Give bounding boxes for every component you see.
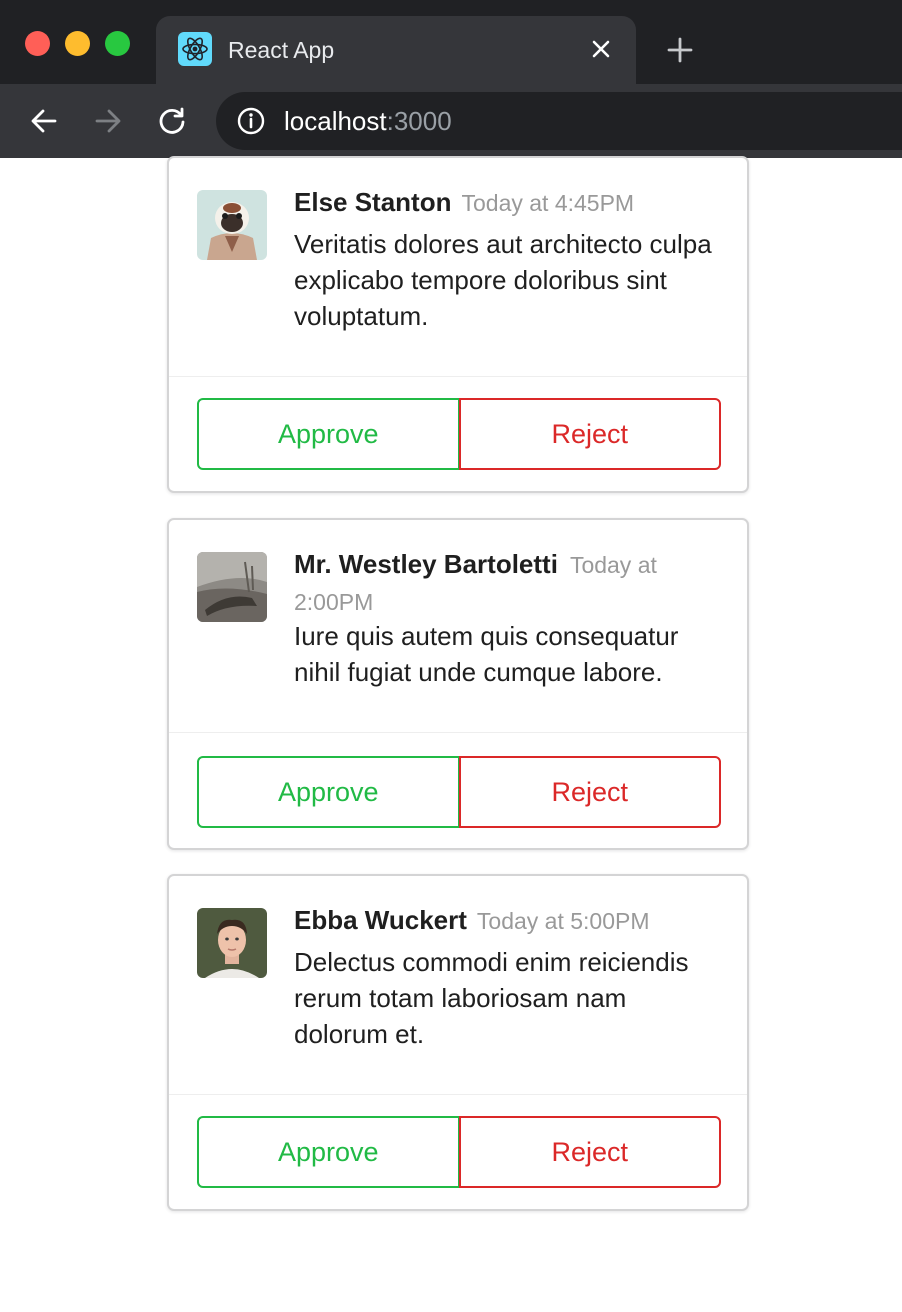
card-divider bbox=[169, 1094, 747, 1095]
card-divider bbox=[169, 732, 747, 733]
page-content: Else Stanton Today at 4:45PM Veritatis do… bbox=[0, 156, 902, 1312]
browser-toolbar: localhost:3000 bbox=[0, 84, 902, 158]
approval-card: Ebba Wuckert Today at 5:00PM Delectus com… bbox=[167, 874, 749, 1211]
avatar bbox=[197, 908, 267, 978]
approve-button[interactable]: Approve bbox=[197, 1116, 460, 1188]
url-port: :3000 bbox=[386, 106, 452, 136]
approve-button[interactable]: Approve bbox=[197, 756, 460, 828]
comment-text: Delectus commodi enim reiciendis rerum t… bbox=[294, 947, 689, 1049]
comment-date: Today at 5:00PM bbox=[476, 908, 650, 934]
comment-author[interactable]: Else Stanton bbox=[294, 187, 451, 217]
back-arrow-icon[interactable] bbox=[24, 101, 64, 141]
approval-card: Mr. Westley Bartoletti Today at 2:00PM Iu… bbox=[167, 518, 749, 850]
forward-arrow-icon[interactable] bbox=[88, 101, 128, 141]
avatar bbox=[197, 190, 267, 260]
approval-buttons: Approve Reject bbox=[197, 756, 721, 828]
comment-author[interactable]: Ebba Wuckert bbox=[294, 905, 467, 935]
comment-header: Mr. Westley Bartoletti Today at 2:00PM bbox=[294, 546, 723, 620]
comment-text: Iure quis autem quis consequatur nihil f… bbox=[294, 621, 679, 687]
close-window-button[interactable] bbox=[25, 31, 50, 56]
approval-card: Else Stanton Today at 4:45PM Veritatis do… bbox=[167, 156, 749, 493]
close-icon[interactable] bbox=[586, 34, 616, 64]
browser-tab-strip: React App bbox=[0, 0, 902, 84]
address-url[interactable]: localhost:3000 bbox=[284, 105, 452, 137]
address-bar[interactable]: localhost:3000 bbox=[216, 92, 902, 150]
comment-author[interactable]: Mr. Westley Bartoletti bbox=[294, 549, 558, 579]
browser-tab[interactable]: React App bbox=[156, 16, 636, 84]
comment-header: Else Stanton Today at 4:45PM bbox=[294, 184, 723, 221]
approval-buttons: Approve Reject bbox=[197, 1116, 721, 1188]
comment-header: Ebba Wuckert Today at 5:00PM bbox=[294, 902, 723, 939]
tab-title: React App bbox=[228, 37, 335, 63]
react-icon bbox=[178, 32, 212, 66]
avatar bbox=[197, 552, 267, 622]
info-icon[interactable] bbox=[236, 106, 266, 136]
approval-buttons: Approve Reject bbox=[197, 398, 721, 470]
plus-icon[interactable] bbox=[662, 32, 698, 68]
reject-button[interactable]: Reject bbox=[458, 1116, 721, 1188]
card-divider bbox=[169, 376, 747, 377]
comment-text: Veritatis dolores aut architecto culpa e… bbox=[294, 229, 712, 331]
comment-date: Today at 4:45PM bbox=[461, 190, 635, 216]
reject-button[interactable]: Reject bbox=[458, 398, 721, 470]
minimize-window-button[interactable] bbox=[65, 31, 90, 56]
maximize-window-button[interactable] bbox=[105, 31, 130, 56]
reject-button[interactable]: Reject bbox=[458, 756, 721, 828]
reload-icon[interactable] bbox=[152, 101, 192, 141]
approve-button[interactable]: Approve bbox=[197, 398, 460, 470]
url-host: localhost bbox=[284, 106, 387, 136]
